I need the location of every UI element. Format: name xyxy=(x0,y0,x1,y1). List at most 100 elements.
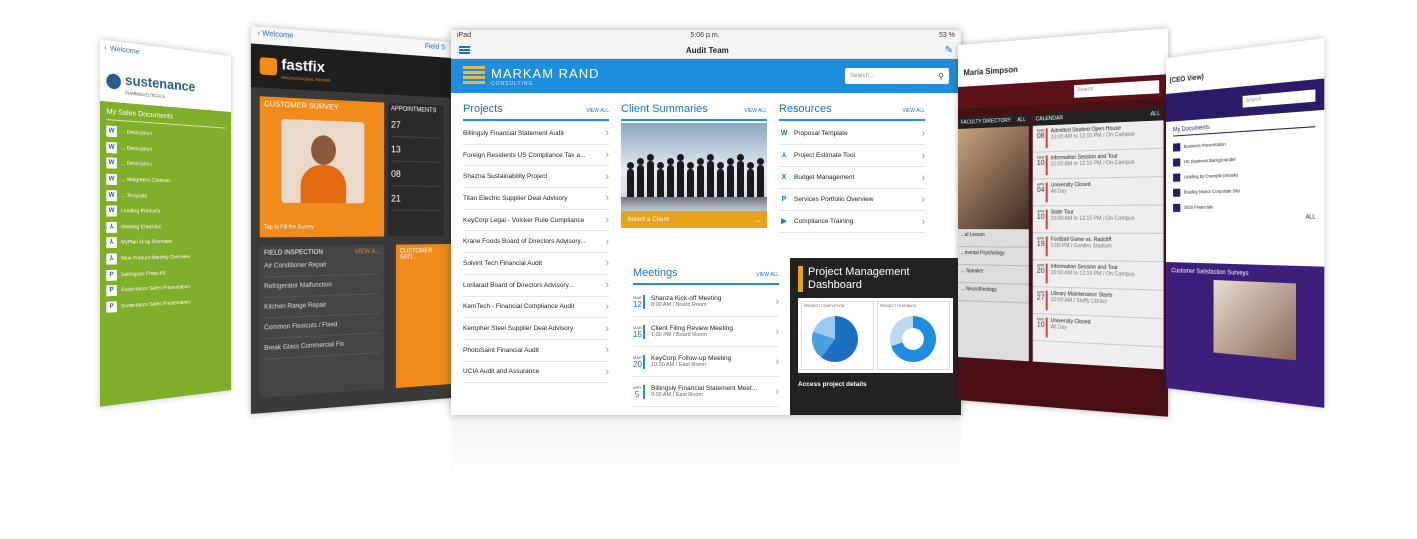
faculty-directory-panel: FACULTY DIRECTORY ALL ...al Lesson ...ment… xyxy=(958,113,1029,362)
calendar-event[interactable]: APR 20 Information Session and Tour 10:00 A… xyxy=(1032,260,1164,291)
appointment-item[interactable]: 21 xyxy=(391,186,441,211)
video-icon: ▶ xyxy=(781,217,787,225)
calendar-panel: CALENDAR ALL MAR 08 Admitted Student Open H… xyxy=(1032,107,1164,370)
resource-item-label: Project Estimate Tool xyxy=(794,152,855,159)
field-inspection-label: Refrigerator Malfunction xyxy=(264,282,332,291)
project-item[interactable]: Foreign Residents US Compliance Tax a...… xyxy=(463,145,609,167)
meeting-item[interactable]: MAR 20 KeyCorp Follow-up Meeting 10:30 AM /… xyxy=(633,347,779,377)
directory-item[interactable]: ...al Lesson xyxy=(958,229,1029,248)
event-text: University Closed All Day xyxy=(1051,318,1091,340)
university-search-input[interactable]: Search xyxy=(1074,80,1160,98)
event-text: State Tour 10:00 AM to 12:15 PM / On Camp… xyxy=(1051,209,1135,230)
event-text: Admitted Student Open House 10:00 AM to 1… xyxy=(1051,125,1135,148)
calendar-event[interactable]: APR 04 University Closed All Day xyxy=(1032,177,1164,207)
client-summaries-heading: Client Summaries xyxy=(621,103,708,115)
event-text: Information Session and Tour 10:00 AM to … xyxy=(1051,153,1135,175)
project-dashboard-card[interactable]: Project Management Dashboard PROJECT COM… xyxy=(790,258,961,415)
meeting-item[interactable]: MAR 15 Client Filing Review Meeting 1:00 PM… xyxy=(633,317,779,347)
field-view-all-link[interactable]: VIEW A... xyxy=(355,249,381,256)
calendar-event[interactable]: MAY 10 University Closed All Day xyxy=(1032,313,1164,348)
document-label: Meeting Checklist xyxy=(120,223,161,231)
project-item[interactable]: PhotoSaint Financial Audit › xyxy=(463,340,609,362)
resource-item[interactable]: ⅄ Project Estimate Tool › xyxy=(779,145,925,167)
document-label: ... Template xyxy=(120,192,148,200)
brand-bar: MARKAM RAND CONSULTING Search... ⚲ xyxy=(451,59,961,93)
directory-item[interactable]: ... Speaker xyxy=(958,265,1029,285)
meeting-day: 12 xyxy=(633,299,642,309)
calendar-event[interactable]: MAR 10 Information Session and Tour 10:00 A… xyxy=(1032,148,1164,180)
hamburger-menu-icon[interactable] xyxy=(459,46,470,54)
document-item[interactable]: W Leading Products xyxy=(106,203,225,219)
customer-survey-card[interactable]: CUSTOMER SURVEY Tap to Fill the Survey xyxy=(259,96,385,238)
event-text: Library Maintenance Starts 10:00 AM / Stu… xyxy=(1051,291,1113,313)
customer-satisfaction-card[interactable]: CUSTOMER SATI... xyxy=(395,244,451,389)
calendar-event[interactable]: APR 19 Football Game vs. Radcliff 1:00 PM /… xyxy=(1032,233,1164,263)
directory-label: ... Speaker xyxy=(960,268,984,275)
project-item[interactable]: Krane Foods Board of Directors Advisory.… xyxy=(463,231,609,254)
chevron-right-icon: › xyxy=(775,295,779,308)
appointment-item[interactable]: 13 xyxy=(391,136,441,163)
meeting-detail: 8:00 AM / Board Room xyxy=(651,302,707,308)
client-summaries-view-all-link[interactable]: VIEW ALL xyxy=(744,108,767,114)
directory-item[interactable]: ... Neurotheology xyxy=(958,283,1029,304)
ceo-search-input[interactable]: Search xyxy=(1242,88,1316,108)
document-icon xyxy=(1173,188,1181,197)
project-item[interactable]: Kempher Steel Supplier Deal Advisory › xyxy=(463,318,609,340)
appointment-day: 27 xyxy=(391,119,401,131)
field-inspection-label: Air Conditioner Repair xyxy=(264,262,327,270)
search-input[interactable]: Search... ⚲ xyxy=(845,68,949,84)
project-item-label: PhotoSaint Financial Audit xyxy=(463,346,539,354)
meeting-text: Billingsly Financial Statement Meet... 9:… xyxy=(651,385,769,398)
dashboard-charts: PROJECT COMPLETION PROJECT FEEDBACK xyxy=(798,298,953,373)
resource-item[interactable]: X Budget Management › xyxy=(779,167,925,189)
resource-item-label: Compliance Training xyxy=(794,218,854,225)
select-client-dropdown[interactable]: Select a Client ⌄ xyxy=(621,211,767,228)
document-item[interactable]: 2016 Financials xyxy=(1173,197,1315,215)
chevron-right-icon: › xyxy=(921,171,925,184)
meeting-item[interactable]: MAR 12 Shanza Kick-off Meeting 8:00 AM / Bo… xyxy=(633,287,779,317)
project-item[interactable]: KemTech - Financial Compliance Audit › xyxy=(463,297,609,319)
chevron-right-icon: › xyxy=(921,215,925,228)
settings-wrench-icon[interactable]: ✎ xyxy=(945,45,953,56)
directory-all-link[interactable]: ALL xyxy=(1017,117,1026,124)
person-silhouette xyxy=(707,154,714,197)
calendar-event[interactable]: APR 10 State Tour 10:00 AM to 12:15 PM / On… xyxy=(1032,205,1164,234)
document-icon xyxy=(1173,142,1181,152)
field-inspection-item[interactable]: Break Glass Commercial Fix xyxy=(264,333,381,360)
project-item[interactable]: KeyCorp Legal - Volcker Rule Compliance › xyxy=(463,210,609,232)
project-item-label: KemTech - Financial Compliance Audit xyxy=(463,303,575,311)
event-text: Football Game vs. Radcliff 1:00 PM / Gard… xyxy=(1051,237,1112,258)
document-item[interactable]: ⅄ Meeting Checklist xyxy=(106,219,225,235)
back-link[interactable]: ‹ Welcome xyxy=(258,30,294,44)
document-icon: W xyxy=(106,157,117,170)
document-item[interactable]: W... Template xyxy=(106,187,225,205)
meetings-view-all-link[interactable]: VIEW ALL xyxy=(756,272,779,278)
feedback-donut xyxy=(890,316,936,362)
survey-photo xyxy=(281,118,365,204)
resource-item[interactable]: P Services Portfolio Overview › xyxy=(779,189,925,211)
document-label: Sustenance Sales Presentation xyxy=(120,284,190,294)
appointment-item[interactable]: 27 xyxy=(391,112,441,139)
resource-item[interactable]: ▶ Compliance Training › xyxy=(779,211,925,233)
project-item[interactable]: UCIA Audit and Assurance › xyxy=(463,362,609,384)
project-item[interactable]: Solvint Tech Financial Audit › xyxy=(463,253,609,275)
appointment-item[interactable]: 08 xyxy=(391,161,441,187)
calendar-all-link[interactable]: ALL xyxy=(1150,111,1160,118)
meeting-item[interactable]: APR 5 Billingsly Financial Statement Meet.… xyxy=(633,377,779,407)
project-item[interactable]: Lorilarad Board of Directors Advisory...… xyxy=(463,275,609,297)
person-silhouette xyxy=(717,162,724,197)
project-item-label: Solvint Tech Financial Audit xyxy=(463,259,543,267)
access-project-details-link[interactable]: Access project details xyxy=(798,381,953,388)
docs-all-link[interactable]: ALL xyxy=(1173,214,1316,221)
resource-item[interactable]: W Proposal Template › xyxy=(779,123,925,145)
project-item-label: Lorilarad Board of Directors Advisory... xyxy=(463,281,574,289)
projects-view-all-link[interactable]: VIEW ALL xyxy=(586,108,609,114)
project-item[interactable]: Billingsly Financial Statement Audit › xyxy=(463,123,609,145)
directory-item[interactable]: ...mental Psychology xyxy=(958,247,1029,267)
calendar-event[interactable]: MAR 08 Admitted Student Open House 10:00 AM… xyxy=(1032,120,1164,153)
project-item[interactable]: Shazna Sustainability Project › xyxy=(463,166,609,189)
resources-view-all-link[interactable]: VIEW ALL xyxy=(902,108,925,114)
project-item[interactable]: Titan Electric Supplier Deal Advisory › xyxy=(463,188,609,210)
project-item-label: Foreign Residents US Compliance Tax a... xyxy=(463,151,586,159)
powerpoint-icon: P xyxy=(781,195,787,203)
